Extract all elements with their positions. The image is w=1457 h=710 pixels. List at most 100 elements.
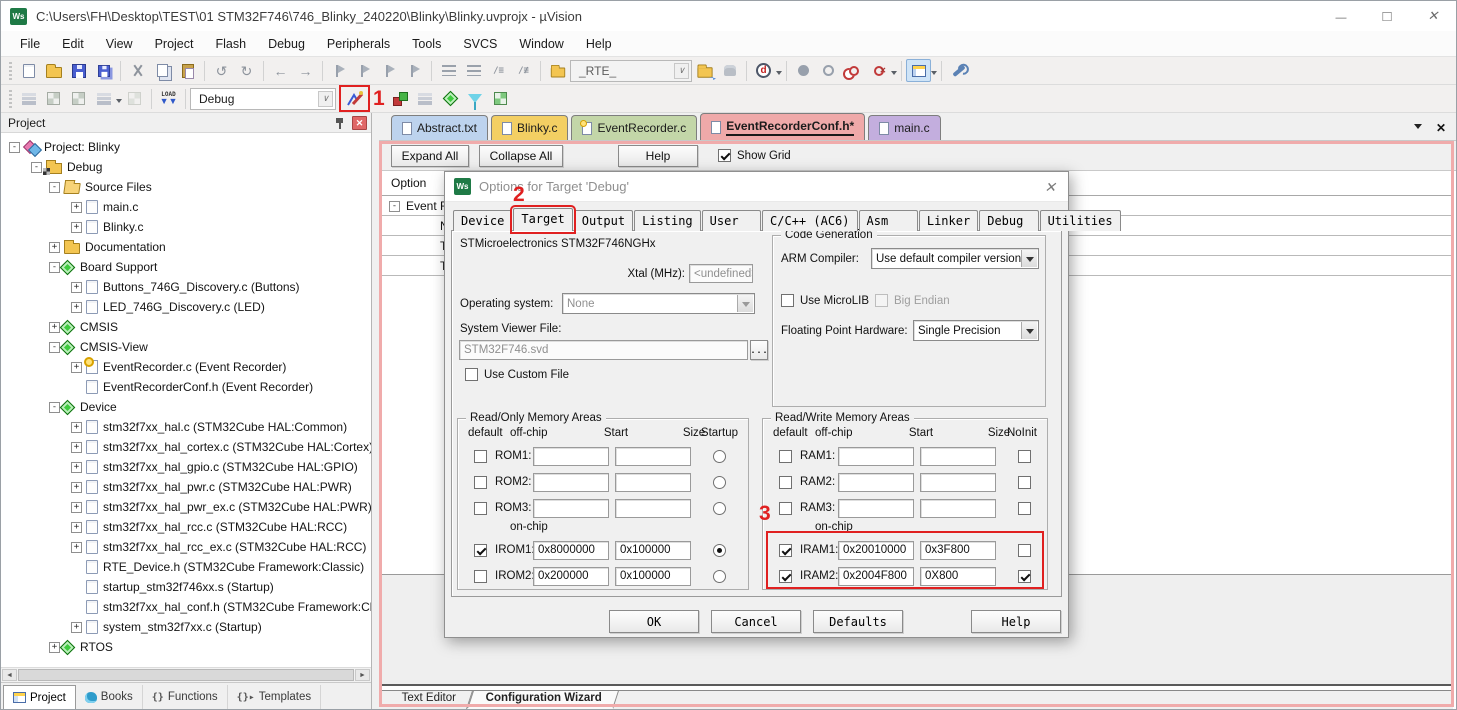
editor-tab-eventrecorder[interactable]: EventRecorder.c bbox=[571, 115, 697, 140]
find-symbol-button[interactable]: d bbox=[751, 59, 776, 82]
tree-expander[interactable]: + bbox=[71, 502, 82, 513]
window-views-button[interactable] bbox=[906, 59, 931, 82]
default-checkbox[interactable] bbox=[779, 450, 792, 463]
browse-button[interactable]: ... bbox=[750, 340, 768, 360]
insert-breakpoint-button[interactable] bbox=[791, 59, 816, 82]
last-change-button[interactable] bbox=[717, 59, 742, 82]
default-checkbox[interactable] bbox=[779, 570, 792, 583]
tree-expander[interactable]: + bbox=[71, 222, 82, 233]
tree-expander[interactable]: + bbox=[71, 362, 82, 373]
dialog-tab[interactable]: Output bbox=[574, 210, 633, 231]
batch-build-button[interactable] bbox=[91, 87, 116, 110]
dialog-tab[interactable]: Asm bbox=[859, 210, 918, 231]
checkbox-icon[interactable] bbox=[465, 368, 478, 381]
download-button[interactable]: LOAD▼▼ bbox=[156, 87, 181, 110]
start-field[interactable] bbox=[533, 473, 609, 492]
bookmark-next-button[interactable] bbox=[352, 59, 377, 82]
tree-expander[interactable]: - bbox=[31, 162, 42, 173]
chevron-down-icon[interactable] bbox=[1021, 322, 1037, 339]
tree-item[interactable]: + Blinky.c bbox=[1, 217, 371, 237]
ok-button[interactable]: OK bbox=[609, 610, 699, 633]
size-field[interactable] bbox=[615, 499, 691, 518]
tree-expander[interactable]: + bbox=[71, 462, 82, 473]
startup-radio[interactable] bbox=[713, 476, 726, 489]
tab-configuration-wizard[interactable]: Configuration Wizard bbox=[467, 691, 619, 709]
xtal-field[interactable]: <undefined> bbox=[689, 264, 753, 283]
dialog-tab[interactable]: Device bbox=[453, 210, 512, 231]
tree-expander[interactable]: + bbox=[71, 202, 82, 213]
help-button[interactable]: Help bbox=[971, 610, 1061, 633]
default-checkbox[interactable] bbox=[779, 476, 792, 489]
start-field[interactable] bbox=[838, 473, 914, 492]
checkbox-icon[interactable] bbox=[781, 294, 794, 307]
tree-item[interactable]: stm32f7xx_hal_conf.h (STM32Cube Framewor… bbox=[1, 597, 371, 617]
tree-expander[interactable]: + bbox=[49, 242, 60, 253]
paste-button[interactable] bbox=[175, 59, 200, 82]
tree-item[interactable]: + stm32f7xx_hal_pwr.c (STM32Cube HAL:PWR… bbox=[1, 477, 371, 497]
size-field[interactable] bbox=[920, 499, 996, 518]
dialog-tab[interactable]: C/C++ (AC6) bbox=[762, 210, 857, 231]
menu-item[interactable]: Flash bbox=[204, 34, 257, 54]
tree-item[interactable]: + stm32f7xx_hal_rcc.c (STM32Cube HAL:RCC… bbox=[1, 517, 371, 537]
tree-item[interactable]: + system_stm32f7xx.c (Startup) bbox=[1, 617, 371, 637]
default-checkbox[interactable] bbox=[779, 544, 792, 557]
dialog-tab[interactable]: Target bbox=[513, 208, 572, 231]
noinit-checkbox[interactable] bbox=[1018, 450, 1031, 463]
redo-button[interactable]: ↻ bbox=[234, 59, 259, 82]
start-field[interactable] bbox=[533, 447, 609, 466]
noinit-checkbox[interactable] bbox=[1018, 502, 1031, 515]
panel-tab[interactable]: Templates bbox=[228, 685, 321, 709]
menu-item[interactable]: View bbox=[95, 34, 144, 54]
tab-list-dropdown-icon[interactable] bbox=[1414, 124, 1422, 133]
close-document-icon[interactable] bbox=[1436, 121, 1446, 135]
toolbar-grip[interactable] bbox=[9, 90, 12, 108]
bookmark-prev-button[interactable] bbox=[377, 59, 402, 82]
tree-item[interactable]: - Project: Blinky bbox=[1, 137, 371, 157]
disable-all-breakpoints-button[interactable] bbox=[841, 59, 866, 82]
tree-item[interactable]: - Source Files bbox=[1, 177, 371, 197]
scroll-right-icon[interactable] bbox=[355, 669, 370, 681]
scrollbar-thumb[interactable] bbox=[18, 669, 354, 681]
scroll-left-icon[interactable] bbox=[2, 669, 17, 681]
default-checkbox[interactable] bbox=[474, 502, 487, 515]
tree-item[interactable]: + stm32f7xx_hal_pwr_ex.c (STM32Cube HAL:… bbox=[1, 497, 371, 517]
menu-item[interactable]: File bbox=[9, 34, 51, 54]
menu-item[interactable]: Help bbox=[575, 34, 623, 54]
close-button[interactable] bbox=[1410, 1, 1456, 31]
tree-item[interactable]: RTE_Device.h (STM32Cube Framework:Classi… bbox=[1, 557, 371, 577]
dialog-title-bar[interactable]: Options for Target 'Debug' bbox=[445, 172, 1068, 202]
find-combo[interactable]: _RTE_ bbox=[570, 60, 692, 82]
tree-expander[interactable]: - bbox=[9, 142, 20, 153]
save-all-button[interactable] bbox=[91, 59, 116, 82]
startup-radio[interactable] bbox=[713, 502, 726, 515]
startup-radio[interactable] bbox=[713, 544, 726, 557]
navigate-forward-button[interactable]: → bbox=[293, 59, 318, 82]
editor-tab-eventrecorderconf[interactable]: EventRecorderConf.h* bbox=[700, 113, 865, 140]
tree-item[interactable]: + stm32f7xx_hal.c (STM32Cube HAL:Common) bbox=[1, 417, 371, 437]
show-grid-checkbox[interactable]: Show Grid bbox=[718, 149, 791, 162]
size-field[interactable] bbox=[920, 447, 996, 466]
uncomment-button[interactable]: /≢ bbox=[511, 59, 536, 82]
views-dropdown-icon[interactable] bbox=[931, 71, 937, 78]
start-field[interactable]: 0x20010000 bbox=[838, 541, 914, 560]
chevron-down-icon[interactable] bbox=[737, 295, 753, 312]
toolbar-grip[interactable] bbox=[9, 62, 12, 80]
editor-tab-abstract[interactable]: Abstract.txt bbox=[391, 115, 488, 140]
tree-item[interactable]: + stm32f7xx_hal_gpio.c (STM32Cube HAL:GP… bbox=[1, 457, 371, 477]
tree-item[interactable]: - Debug bbox=[1, 157, 371, 177]
floating-point-hardware-combo[interactable]: Single Precision bbox=[913, 320, 1039, 341]
start-field[interactable] bbox=[533, 499, 609, 518]
bookmark-toggle-button[interactable] bbox=[327, 59, 352, 82]
tree-item[interactable]: + LED_746G_Discovery.c (LED) bbox=[1, 297, 371, 317]
chevron-down-icon[interactable] bbox=[674, 63, 689, 79]
noinit-checkbox[interactable] bbox=[1018, 544, 1031, 557]
dialog-tab[interactable]: Listing bbox=[634, 210, 701, 231]
chevron-down-icon[interactable] bbox=[318, 91, 333, 107]
size-field[interactable]: 0x3F800 bbox=[920, 541, 996, 560]
tree-item[interactable]: + RTOS bbox=[1, 637, 371, 657]
minimize-button[interactable] bbox=[1318, 1, 1364, 31]
comment-button[interactable]: /≡ bbox=[486, 59, 511, 82]
options-for-target-button[interactable] bbox=[342, 87, 367, 110]
menu-item[interactable]: Project bbox=[144, 34, 205, 54]
open-file-button[interactable] bbox=[41, 59, 66, 82]
